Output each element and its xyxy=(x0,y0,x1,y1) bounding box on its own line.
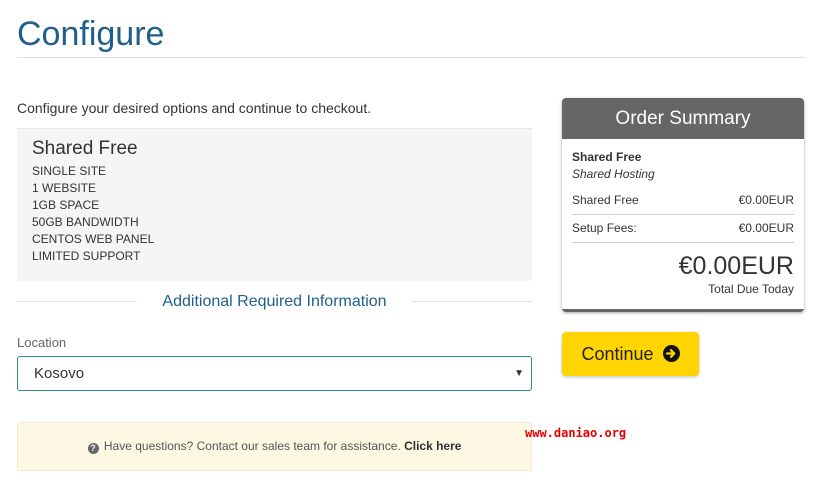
heading-rule-right xyxy=(412,301,532,302)
product-feature: CENTOS WEB PANEL xyxy=(32,232,155,246)
caret-down-icon: ▼ xyxy=(514,368,524,379)
help-text: Have questions? Contact our sales team f… xyxy=(103,439,401,453)
arrow-circle-right-icon xyxy=(662,345,680,362)
location-select[interactable]: Kosovo ▼ xyxy=(17,356,532,391)
additional-info-heading: Additional Required Information xyxy=(17,290,532,314)
intro-text: Configure your desired options and conti… xyxy=(17,100,372,116)
order-summary-body: Shared Free Shared Hosting Shared Free €… xyxy=(562,139,804,297)
continue-button[interactable]: Continue xyxy=(562,332,699,376)
product-info-panel: Shared Free SINGLE SITE 1 WEBSITE 1GB SP… xyxy=(17,128,532,281)
summary-line-label: Setup Fees: xyxy=(572,221,637,235)
title-divider xyxy=(17,57,805,58)
product-feature: LIMITED SUPPORT xyxy=(32,249,141,263)
order-summary-panel: Order Summary Shared Free Shared Hosting… xyxy=(562,98,804,312)
product-feature: 1 WEBSITE xyxy=(32,181,97,195)
summary-product-name: Shared Free xyxy=(572,150,642,164)
product-feature: 1GB SPACE xyxy=(32,198,100,212)
location-selected-value: Kosovo xyxy=(34,365,85,382)
summary-product-group: Shared Hosting xyxy=(572,167,655,181)
question-circle-icon: ? xyxy=(87,443,99,454)
order-summary-title: Order Summary xyxy=(562,98,804,139)
summary-divider xyxy=(572,242,794,243)
product-feature: SINGLE SITE xyxy=(32,164,107,178)
summary-total-amount: €0.00EUR xyxy=(678,252,794,280)
summary-line-value: €0.00EUR xyxy=(738,193,794,207)
product-name: Shared Free xyxy=(32,138,138,159)
location-label: Location xyxy=(17,335,67,350)
contact-sales-link[interactable]: Click here xyxy=(404,439,461,453)
watermark: www.daniao.org xyxy=(525,426,627,440)
heading-rule-left xyxy=(17,301,137,302)
continue-label: Continue xyxy=(581,344,654,364)
additional-info-title: Additional Required Information xyxy=(162,293,387,310)
summary-line-item: Setup Fees: €0.00EUR xyxy=(572,215,794,242)
sales-help-notice: ? Have questions? Contact our sales team… xyxy=(17,422,532,471)
summary-total-label: Total Due Today xyxy=(708,282,794,296)
summary-line-item: Shared Free €0.00EUR xyxy=(572,187,794,214)
product-feature: 50GB BANDWIDTH xyxy=(32,215,139,229)
summary-footer-bar xyxy=(562,309,804,312)
summary-line-value: €0.00EUR xyxy=(738,221,794,235)
page-title: Configure xyxy=(17,15,165,53)
summary-line-label: Shared Free xyxy=(572,193,639,207)
